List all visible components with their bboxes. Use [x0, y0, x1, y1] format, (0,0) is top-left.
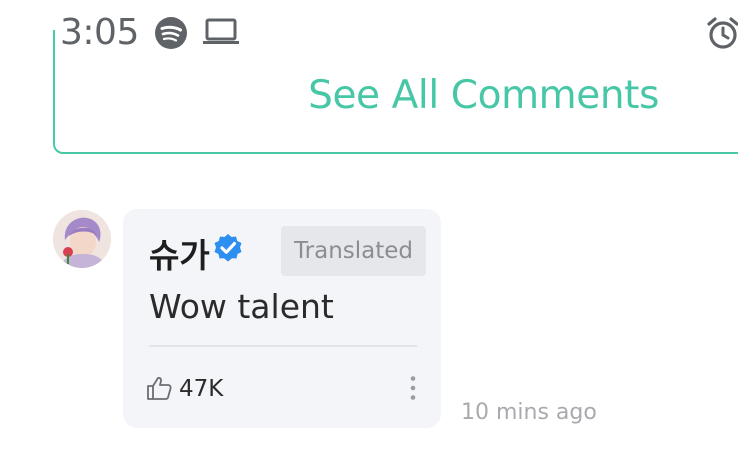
comment-author[interactable]: 슈가 [149, 229, 210, 277]
translated-badge[interactable]: Translated [281, 226, 426, 276]
comment-text: Wow talent [149, 287, 334, 326]
verified-badge-icon [214, 234, 242, 262]
like-count: 47K [179, 376, 224, 402]
more-options-icon[interactable] [409, 375, 417, 401]
see-all-comments-link[interactable]: See All Comments [308, 73, 659, 118]
divider [149, 345, 417, 347]
screen: 3:05 See All Comments 슈가 Translated Wow … [0, 0, 738, 465]
thumbs-up-icon[interactable] [145, 374, 173, 402]
avatar[interactable] [53, 210, 111, 268]
comment-bubble: 슈가 Translated Wow talent 47K [123, 209, 441, 428]
avatar-image [53, 210, 111, 268]
comment-timestamp: 10 mins ago [461, 400, 597, 425]
